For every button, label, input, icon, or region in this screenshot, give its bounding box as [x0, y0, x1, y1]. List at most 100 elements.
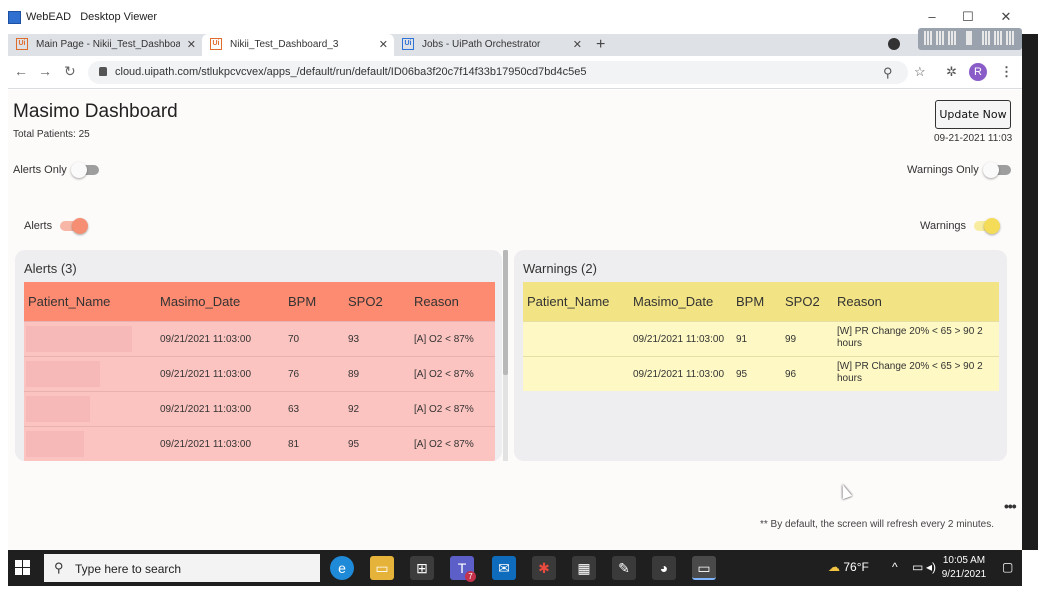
start-tile: [15, 560, 22, 567]
weather-widget[interactable]: ☁ 76°F: [828, 560, 869, 574]
desktop-viewer-window: WebEAD Desktop Viewer – ☐ ✕ Ui Main Page…: [0, 0, 1038, 592]
start-tile: [15, 568, 22, 575]
column-header-patient-name[interactable]: Patient_Name: [28, 294, 110, 309]
bookmark-star-icon[interactable]: ☆: [914, 64, 926, 80]
close-tab-icon[interactable]: ✕: [379, 34, 388, 56]
column-header-spo2[interactable]: SPO2: [348, 294, 383, 309]
taskbar-search-box[interactable]: ⚲ Type here to search: [44, 554, 320, 582]
mail-icon[interactable]: ✉: [492, 556, 516, 580]
file-explorer-icon[interactable]: ▭: [370, 556, 394, 580]
page-title: Masimo Dashboard: [13, 101, 178, 122]
masimo-date-cell: 09/21/2021 11:03:00: [633, 334, 725, 345]
tab-dashboard-3[interactable]: Ui Nikii_Test_Dashboard_3 ✕: [202, 34, 394, 56]
store-icon[interactable]: ⊞: [410, 556, 434, 580]
table-row[interactable]: 09/21/2021 11:03:00 81 95 [A] O2 < 87%: [24, 426, 495, 461]
alerts-only-toggle[interactable]: [71, 162, 99, 178]
tab-orchestrator-jobs[interactable]: Ui Jobs - UiPath Orchestrator ✕: [394, 34, 588, 56]
spo2-cell: 89: [348, 369, 360, 380]
uipath-icon: Ui: [16, 38, 28, 50]
extensions-icon[interactable]: ✲: [946, 64, 957, 80]
download-icon[interactable]: [966, 31, 972, 45]
forward-icon[interactable]: →: [38, 63, 52, 79]
desktop-viewer-taskbar-icon[interactable]: ▭: [692, 556, 716, 580]
browser-menu-icon[interactable]: ⋮: [1000, 64, 1013, 80]
column-header-bpm[interactable]: BPM: [288, 294, 316, 309]
masimo-date-cell: 09/21/2021 11:03:00: [160, 334, 252, 345]
reload-icon[interactable]: ↻: [64, 63, 76, 80]
maximize-button[interactable]: ☐: [958, 9, 978, 25]
url-text[interactable]: cloud.uipath.com/stlukpcvcvex/apps_/defa…: [115, 66, 587, 78]
close-tab-icon[interactable]: ✕: [573, 34, 582, 56]
clock-date: 9/21/2021: [941, 569, 987, 580]
alerts-panel-scrollbar[interactable]: [503, 250, 508, 461]
search-icon: ⚲: [54, 560, 64, 575]
table-row[interactable]: 09/21/2021 11:03:00 91 99 [W] PR Change …: [523, 321, 999, 356]
bpm-cell: 91: [736, 334, 748, 345]
more-options-icon[interactable]: •••: [1004, 498, 1017, 514]
tab-main-page[interactable]: Ui Main Page - Nikii_Test_Dashboar ✕: [8, 34, 202, 56]
tab-search-icon[interactable]: [888, 38, 900, 50]
table-row[interactable]: 09/21/2021 11:03:00 63 92 [A] O2 < 87%: [24, 391, 495, 426]
notification-icon[interactable]: ▢: [1002, 560, 1013, 574]
column-header-bpm[interactable]: BPM: [736, 294, 764, 309]
alerts-toggle-label: Alerts: [24, 220, 53, 232]
masimo-date-cell: 09/21/2021 11:03:00: [160, 369, 252, 380]
redacted-patient-name: [26, 431, 84, 457]
notepad-icon[interactable]: ✎: [612, 556, 636, 580]
table-row[interactable]: 09/21/2021 11:03:00 95 96 [W] PR Change …: [523, 356, 999, 391]
scrollbar-thumb[interactable]: [503, 250, 508, 375]
slack-icon[interactable]: ✱: [532, 556, 556, 580]
back-icon[interactable]: ←: [14, 63, 28, 79]
column-header-reason[interactable]: Reason: [414, 294, 459, 309]
windows-start-icon[interactable]: [15, 560, 31, 576]
column-header-masimo-date[interactable]: Masimo_Date: [633, 294, 713, 309]
uipath-icon: Ui: [210, 38, 222, 50]
window-bottom-edge: [0, 586, 1038, 592]
grip-icon: [936, 31, 944, 45]
spo2-cell: 92: [348, 404, 360, 415]
update-now-button[interactable]: Update Now: [935, 100, 1011, 129]
close-window-button[interactable]: ✕: [996, 9, 1016, 25]
address-bar[interactable]: cloud.uipath.com/stlukpcvcvex/apps_/defa…: [88, 61, 908, 84]
calculator-icon[interactable]: ▦: [572, 556, 596, 580]
remote-session-toolbar[interactable]: [918, 28, 1022, 50]
profile-avatar[interactable]: R: [969, 63, 987, 81]
spo2-cell: 95: [348, 439, 360, 450]
zoom-icon[interactable]: ⚲: [883, 65, 893, 81]
column-header-reason[interactable]: Reason: [837, 294, 882, 309]
warnings-only-toggle[interactable]: [983, 162, 1011, 178]
browser-tab-bar: Ui Main Page - Nikii_Test_Dashboar ✕ Ui …: [8, 34, 1022, 56]
windows-taskbar: ⚲ Type here to search e ▭ ⊞ T7 ✉ ✱ ▦ ✎ ◕…: [8, 550, 1022, 586]
tray-chevron-icon[interactable]: ^: [892, 560, 898, 574]
paint-icon[interactable]: ◕: [652, 556, 676, 580]
window-title: WebEAD Desktop Viewer: [26, 11, 157, 23]
lock-icon[interactable]: [99, 67, 107, 76]
spo2-cell: 96: [785, 369, 797, 380]
webead-app-icon: [8, 11, 21, 24]
bpm-cell: 95: [736, 369, 748, 380]
tab-label: Nikii_Test_Dashboard_3: [230, 39, 339, 50]
warnings-toggle[interactable]: [974, 218, 1000, 234]
column-header-spo2[interactable]: SPO2: [785, 294, 820, 309]
close-tab-icon[interactable]: ✕: [187, 34, 196, 56]
bpm-cell: 76: [288, 369, 300, 380]
minimize-button[interactable]: –: [922, 9, 942, 25]
uipath-icon: Ui: [402, 38, 414, 50]
column-header-patient-name[interactable]: Patient_Name: [527, 294, 609, 309]
table-row[interactable]: 09/21/2021 11:03:00 70 93 [A] O2 < 87%: [24, 321, 495, 356]
new-tab-button[interactable]: +: [596, 34, 605, 56]
column-header-masimo-date[interactable]: Masimo_Date: [160, 294, 240, 309]
mouse-cursor-icon: [837, 482, 853, 500]
taskbar-search-placeholder: Type here to search: [75, 562, 182, 576]
taskbar-clock[interactable]: 10:05 AM 9/21/2021: [932, 554, 996, 582]
weather-icon: ☁: [828, 560, 840, 574]
viewer-side-strip: [1022, 34, 1038, 550]
edge-icon[interactable]: e: [330, 556, 354, 580]
alerts-toggle[interactable]: [60, 218, 88, 234]
dashboard-page: Masimo Dashboard Total Patients: 25 Upda…: [8, 90, 1022, 550]
teams-icon[interactable]: T7: [450, 556, 476, 582]
network-icon[interactable]: ▭: [912, 560, 923, 574]
reason-cell: [A] O2 < 87%: [414, 369, 474, 380]
total-patients: Total Patients: 25: [13, 129, 90, 140]
table-row[interactable]: 09/21/2021 11:03:00 76 89 [A] O2 < 87%: [24, 356, 495, 391]
